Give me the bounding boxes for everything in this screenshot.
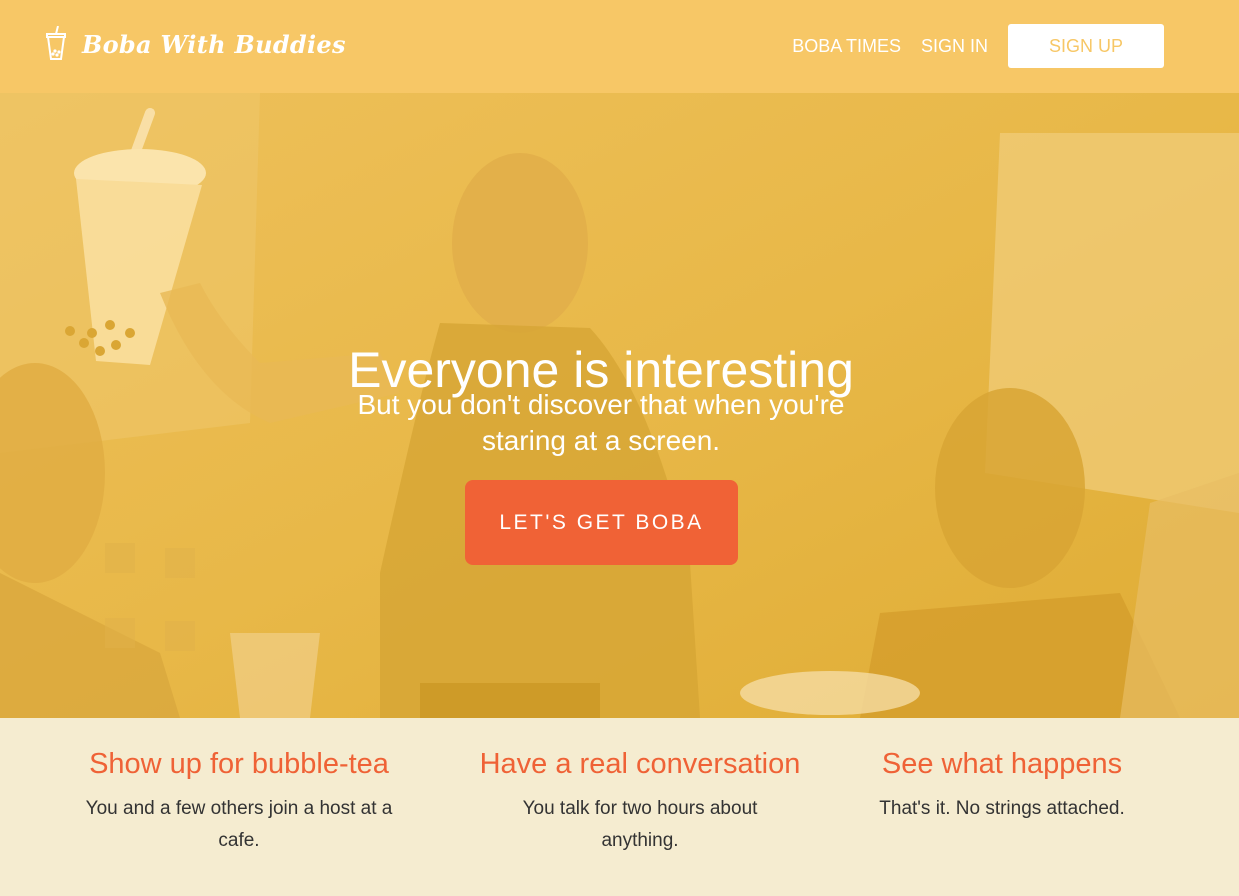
feature-text: You and a few others join a host at a ca…	[85, 798, 393, 851]
main-nav: BOBA TIMES SIGN IN SIGN UP	[792, 24, 1164, 68]
header: Boba With Buddies BOBA TIMES SIGN IN SIG…	[0, 0, 1239, 93]
feature-title: Have a real conversation	[479, 748, 801, 780]
feature-title: See what happens	[881, 748, 1123, 780]
feature-show-up: Show up for bubble-tea You and a few oth…	[64, 748, 414, 857]
nav-link-sign-in[interactable]: SIGN IN	[921, 36, 988, 57]
features-section: Show up for bubble-tea You and a few oth…	[0, 718, 1239, 896]
feature-text: That's it. No strings attached.	[879, 798, 1125, 819]
boba-cup-icon	[46, 26, 66, 60]
nav-link-boba-times[interactable]: BOBA TIMES	[792, 36, 901, 57]
feature-text: You talk for two hours about anything.	[522, 798, 758, 851]
feature-conversation: Have a real conversation You talk for tw…	[460, 748, 820, 857]
lets-get-boba-button[interactable]: LET'S GET BOBA	[465, 480, 738, 565]
sign-up-button[interactable]: SIGN UP	[1008, 24, 1164, 68]
brand-name: Boba With Buddies	[82, 29, 346, 59]
feature-title: Show up for bubble-tea	[89, 748, 389, 780]
feature-see-what-happens: See what happens That's it. No strings a…	[852, 748, 1152, 825]
hero-section: Everyone is interesting But you don't di…	[0, 93, 1239, 718]
logo[interactable]: Boba With Buddies	[44, 24, 346, 64]
hero-subtitle: But you don't discover that when you're …	[357, 389, 845, 456]
